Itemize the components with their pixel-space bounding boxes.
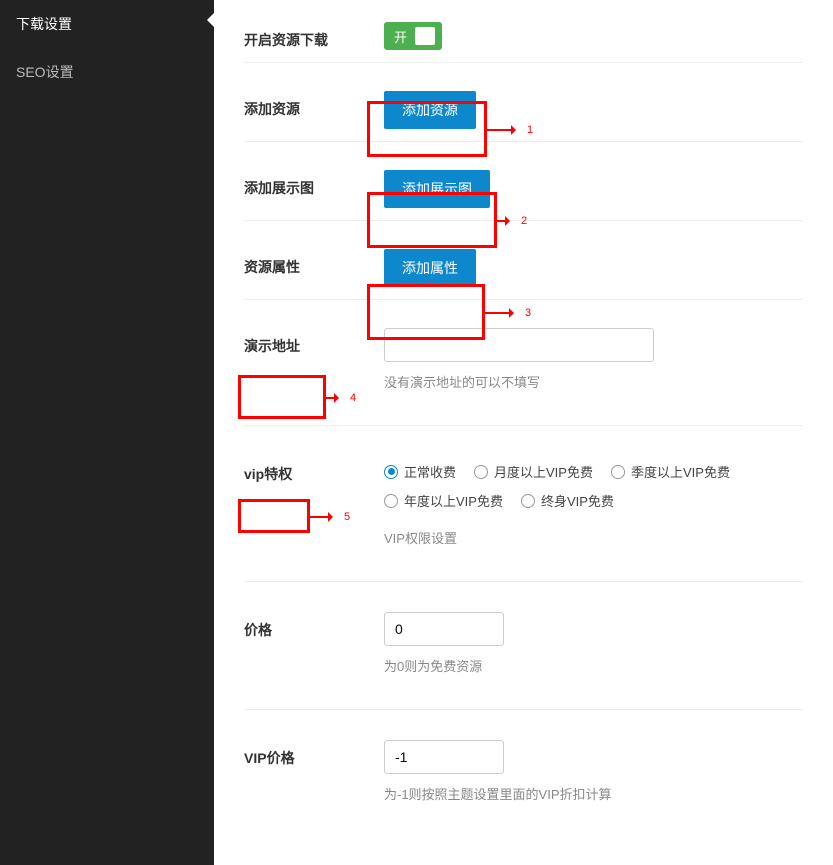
label-demo-url: 演示地址 — [244, 328, 364, 356]
sidebar-item-seo-settings[interactable]: SEO设置 — [0, 48, 214, 96]
radio-label: 终身VIP免费 — [541, 491, 614, 510]
label-add-resource: 添加资源 — [244, 91, 364, 119]
add-resource-button[interactable]: 添加资源 — [384, 91, 476, 129]
radio-yearly-vip-free[interactable]: 年度以上VIP免费 — [384, 491, 503, 510]
radio-icon — [384, 494, 398, 508]
label-vip: vip特权 — [244, 456, 364, 484]
label-enable-download: 开启资源下载 — [244, 22, 364, 50]
label-vip-price: VIP价格 — [244, 740, 364, 768]
toggle-enable-download[interactable]: 开 — [384, 22, 442, 50]
sidebar-item-download-settings[interactable]: 下载设置 — [0, 0, 214, 48]
radio-lifetime-vip-free[interactable]: 终身VIP免费 — [521, 491, 614, 510]
price-input[interactable] — [384, 612, 504, 646]
vip-price-help: 为-1则按照主题设置里面的VIP折扣计算 — [384, 784, 803, 803]
radio-label: 正常收费 — [404, 462, 456, 481]
radio-icon — [521, 494, 535, 508]
vip-radio-group: 正常收费 月度以上VIP免费 季度以上VIP免费 年度以上VIP免费 — [384, 456, 803, 510]
demo-url-input[interactable] — [384, 328, 654, 362]
label-resource-attr: 资源属性 — [244, 249, 364, 277]
add-showcase-button[interactable]: 添加展示图 — [384, 170, 490, 208]
label-add-showcase: 添加展示图 — [244, 170, 364, 198]
label-price: 价格 — [244, 612, 364, 640]
toggle-text: 开 — [394, 27, 407, 46]
sidebar-item-label: 下载设置 — [16, 16, 72, 32]
radio-icon — [474, 465, 488, 479]
radio-icon — [384, 465, 398, 479]
radio-monthly-vip-free[interactable]: 月度以上VIP免费 — [474, 462, 593, 481]
demo-url-help: 没有演示地址的可以不填写 — [384, 372, 803, 391]
settings-panel: 开启资源下载 开 添加资源 添加资源 添加展示图 添加展示图 — [214, 0, 833, 865]
sidebar: 下载设置 SEO设置 — [0, 0, 214, 865]
add-attribute-button[interactable]: 添加属性 — [384, 249, 476, 287]
vip-help: VIP权限设置 — [384, 528, 803, 547]
radio-label: 季度以上VIP免费 — [631, 462, 730, 481]
radio-quarterly-vip-free[interactable]: 季度以上VIP免费 — [611, 462, 730, 481]
price-help: 为0则为免费资源 — [384, 656, 803, 675]
radio-icon — [611, 465, 625, 479]
vip-price-input[interactable] — [384, 740, 504, 774]
radio-label: 月度以上VIP免费 — [494, 462, 593, 481]
radio-normal-charge[interactable]: 正常收费 — [384, 462, 456, 481]
sidebar-item-label: SEO设置 — [16, 64, 74, 80]
radio-label: 年度以上VIP免费 — [404, 491, 503, 510]
toggle-knob — [415, 27, 435, 45]
